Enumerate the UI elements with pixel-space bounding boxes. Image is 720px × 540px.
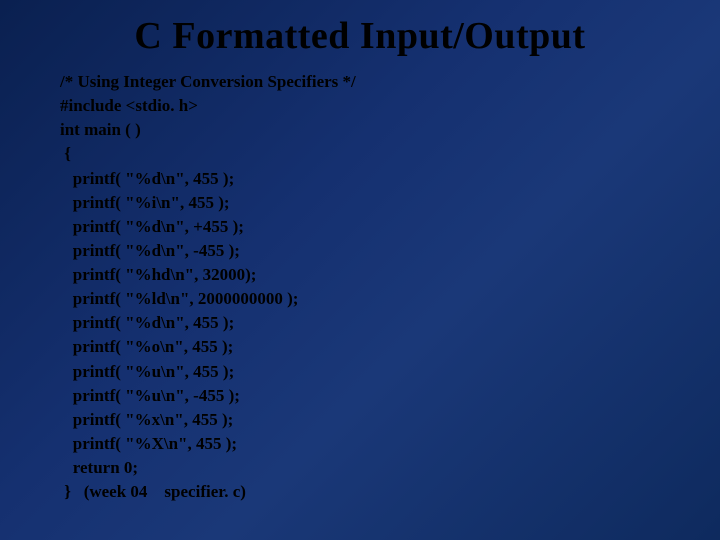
code-line: printf( "%d\n", 455 );: [60, 167, 660, 191]
slide-title: C Formatted Input/Output: [60, 14, 660, 58]
code-line: #include <stdio. h>: [60, 94, 660, 118]
code-line: printf( "%d\n", -455 );: [60, 239, 660, 263]
code-line: printf( "%ld\n", 2000000000 );: [60, 287, 660, 311]
slide-container: C Formatted Input/Output /* Using Intege…: [0, 0, 720, 540]
code-line: printf( "%d\n", 455 );: [60, 311, 660, 335]
code-line: int main ( ): [60, 118, 660, 142]
code-line: printf( "%hd\n", 32000);: [60, 263, 660, 287]
code-line: /* Using Integer Conversion Specifiers *…: [60, 70, 660, 94]
code-line: {: [60, 142, 660, 166]
code-line: printf( "%o\n", 455 );: [60, 335, 660, 359]
code-line: printf( "%u\n", -455 );: [60, 384, 660, 408]
code-line: printf( "%i\n", 455 );: [60, 191, 660, 215]
code-line: } (week 04 specifier. c): [60, 480, 660, 504]
code-line: printf( "%d\n", +455 );: [60, 215, 660, 239]
code-line: printf( "%u\n", 455 );: [60, 360, 660, 384]
code-line: printf( "%x\n", 455 );: [60, 408, 660, 432]
code-line: printf( "%X\n", 455 );: [60, 432, 660, 456]
code-block: /* Using Integer Conversion Specifiers *…: [60, 70, 660, 504]
code-line: return 0;: [60, 456, 660, 480]
